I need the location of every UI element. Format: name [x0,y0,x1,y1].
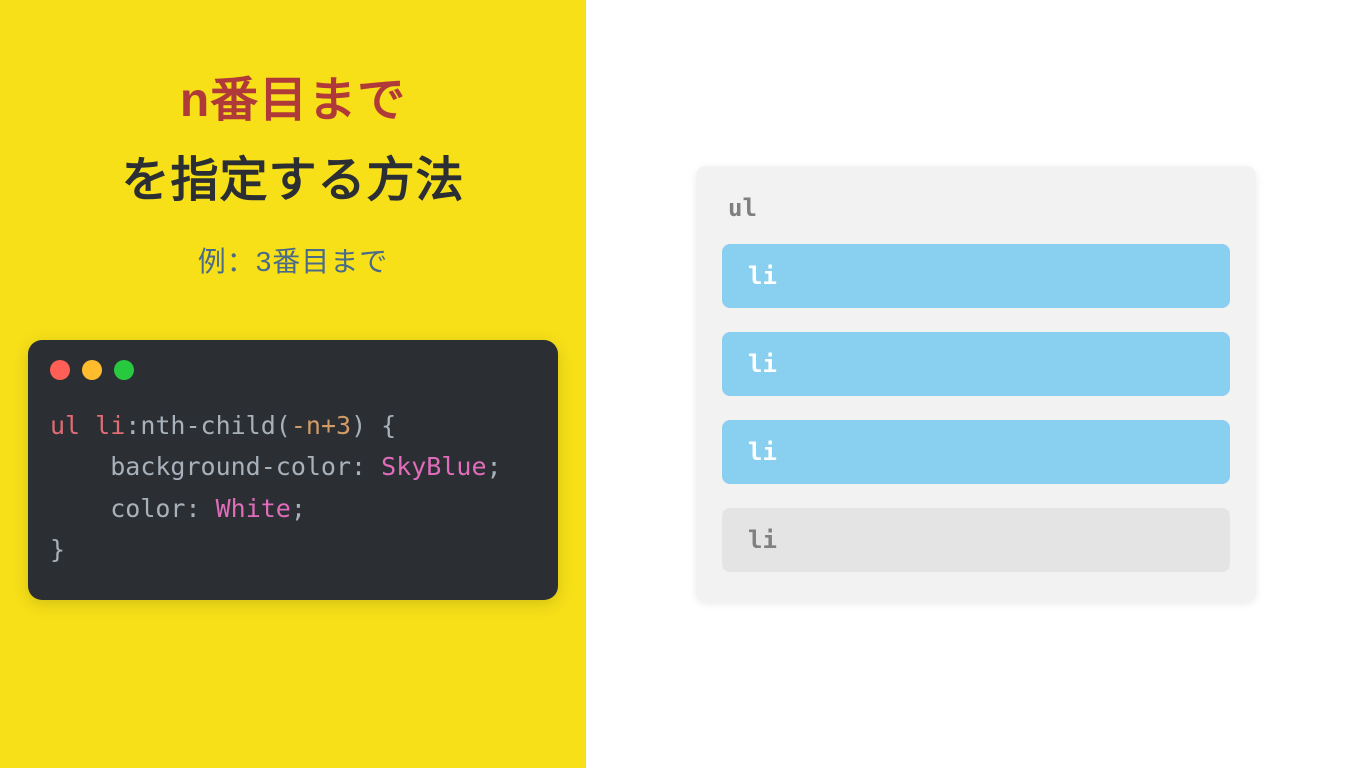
code-block: ul li:nth-child(-n+3) { background-color… [50,405,536,570]
right-panel: ul li li li li [586,0,1366,768]
code-window: ul li:nth-child(-n+3) { background-color… [28,340,558,600]
demo-list: li li li li [722,244,1230,572]
left-panel: n番目まで を指定する方法 例：3番目まで ul li:nth-child(-n… [0,0,586,768]
window-controls [50,360,536,380]
code-brace-open: { [366,411,396,440]
code-indent [50,494,110,523]
demo-card: ul li li li li [696,166,1256,602]
code-semi: ; [487,452,502,481]
title-line-1: n番目まで [180,60,406,130]
code-paren-open: ( [276,411,291,440]
code-paren-close: ) [351,411,366,440]
code-indent [50,452,110,481]
maximize-icon [114,360,134,380]
list-item: li [722,508,1230,572]
code-selector: ul li [50,411,125,440]
code-val-skyblue: SkyBlue [381,452,486,481]
code-colon: : [351,452,381,481]
title-line-2: を指定する方法 [121,140,464,210]
subtitle: 例：3番目まで [198,240,389,280]
list-item: li [722,332,1230,396]
code-semi: ; [291,494,306,523]
code-brace-close: } [50,535,65,564]
list-item: li [722,244,1230,308]
close-icon [50,360,70,380]
code-val-white: White [216,494,291,523]
ul-label: ul [722,194,1230,222]
code-pseudo: :nth-child [125,411,276,440]
code-colon: : [185,494,215,523]
code-arg: -n+3 [291,411,351,440]
code-prop-bg: background-color [110,452,351,481]
code-prop-color: color [110,494,185,523]
list-item: li [722,420,1230,484]
minimize-icon [82,360,102,380]
